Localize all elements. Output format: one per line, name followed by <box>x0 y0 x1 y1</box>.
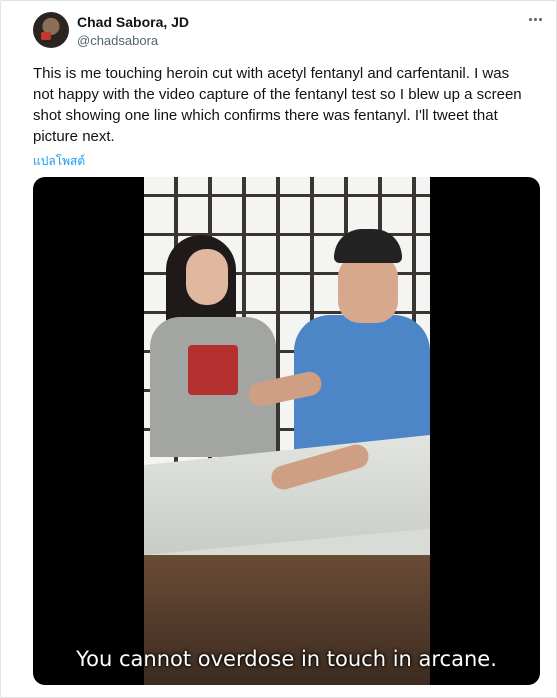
author-name[interactable]: Chad Sabora, JD <box>77 14 189 30</box>
more-options-icon[interactable] <box>525 11 545 27</box>
avatar[interactable] <box>33 12 69 48</box>
author-handle[interactable]: @chadsabora <box>77 33 158 48</box>
tweet-card: Chad Sabora, JD @chadsabora This is me t… <box>0 0 557 698</box>
video-caption: You cannot overdose in touch in arcane. <box>76 647 497 671</box>
tweet-text: This is me touching heroin cut with acet… <box>33 65 522 145</box>
video-frame <box>144 177 430 685</box>
translate-post-link[interactable]: แปลโพสต์ <box>33 152 85 171</box>
video-player[interactable]: You cannot overdose in touch in arcane. <box>33 177 540 685</box>
